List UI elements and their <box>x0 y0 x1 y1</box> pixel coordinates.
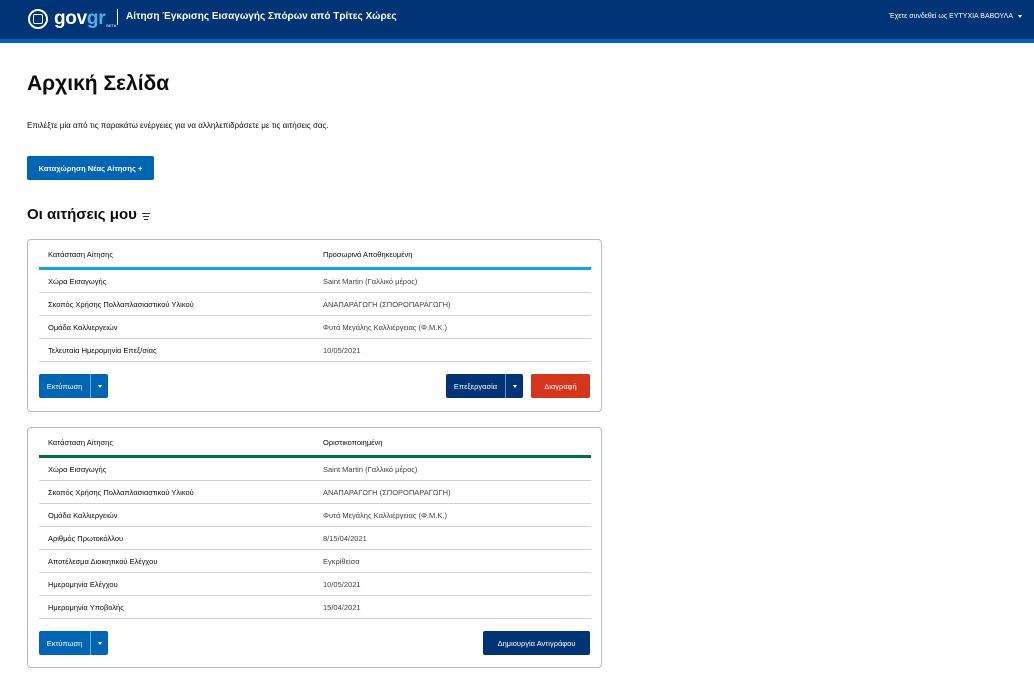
print-dropdown-toggle[interactable] <box>90 631 108 655</box>
page-title: Αρχική Σελίδα <box>27 72 170 95</box>
status-value: Οριστικοποιημένη <box>323 438 383 447</box>
user-menu-label: Έχετε συνδεθεί ως ΕΥΤΥΧΙΑ ΒΑΒΟΥΛΑ <box>889 13 1013 20</box>
header-stripe <box>0 39 1034 43</box>
row-value: ΑΝΑΠΑΡΑΓΩΓΗ (ΣΠΟΡΟΠΑΡΑΓΩΓΗ) <box>323 300 451 309</box>
edit-dropdown-toggle[interactable] <box>505 374 523 398</box>
row-label: Σκοπός Χρήσης Πολλαπλασιαστικού Υλικού <box>48 488 194 497</box>
print-split-button: Εκτύπωση <box>39 631 108 655</box>
table-row: Σκοπός Χρήσης Πολλαπλασιαστικού Υλικού Α… <box>39 481 591 504</box>
edit-split-button: Επεξεργασία <box>446 374 523 398</box>
section-title: Οι αιτήσεις μου <box>27 206 150 223</box>
edit-button[interactable]: Επεξεργασία <box>446 374 505 398</box>
table-row: Αριθμός Πρωτοκόλλου 8/15/04/2021 <box>39 527 591 550</box>
row-label: Σκοπός Χρήσης Πολλαπλασιαστικού Υλικού <box>48 300 194 309</box>
app-title: Αίτηση Έγκρισης Εισαγωγής Σπόρων από Τρί… <box>126 11 397 22</box>
row-label: Χώρα Εισαγωγής <box>48 465 107 474</box>
row-label: Ομάδα Καλλιεργειών <box>48 511 118 520</box>
application-card: Κατάσταση Αίτησης Προσωρινά Αποθηκευμένη… <box>27 239 602 412</box>
page-intro: Επιλέξτε μία από τις παρακάτω ενέργειες … <box>27 121 329 130</box>
row-value: Saint Martin (Γαλλικό μέρος) <box>323 277 418 286</box>
create-copy-button[interactable]: Δημιουργία Αντιγράφου <box>483 631 590 655</box>
status-value: Προσωρινά Αποθηκευμένη <box>323 250 413 259</box>
status-row: Κατάσταση Αίτησης Προσωρινά Αποθηκευμένη <box>39 240 591 269</box>
row-label: Τελευταία Ημερομηνία Επεξ/σίας <box>48 346 157 355</box>
row-value: ΑΝΑΠΑΡΑΓΩΓΗ (ΣΠΟΡΟΠΑΡΑΓΩΓΗ) <box>323 488 451 497</box>
table-row: Χώρα Εισαγωγής Saint Martin (Γαλλικό μέρ… <box>39 270 591 293</box>
row-value: Εγκρίθείσα <box>323 557 360 566</box>
user-menu[interactable]: Έχετε συνδεθεί ως ΕΥΤΥΧΙΑ ΒΑΒΟΥΛΑ <box>889 13 1022 20</box>
row-label: Ημερομηνία Υποβολής <box>48 603 124 612</box>
row-value: 10/05/2021 <box>323 580 361 589</box>
application-card: Κατάσταση Αίτησης Οριστικοποιημένη Χώρα … <box>27 427 602 668</box>
row-value: Φυτά Μεγάλης Καλλιέργειας (Φ.Μ.Κ.) <box>323 323 447 332</box>
brand-name: govgr <box>54 8 106 29</box>
row-label: Αποτέλεσμα Διοικητικού Ελέγχου <box>48 557 158 566</box>
table-row: Τελευταία Ημερομηνία Επεξ/σίας 10/05/202… <box>39 339 591 362</box>
section-title-text: Οι αιτήσεις μου <box>27 206 137 223</box>
caret-down-icon <box>97 384 102 388</box>
row-label: Ημερομηνία Ελέγχου <box>48 580 118 589</box>
status-row: Κατάσταση Αίτησης Οριστικοποιημένη <box>39 428 591 457</box>
table-row: Ημερομηνία Υποβολής 15/04/2021 <box>39 596 591 619</box>
row-value: Saint Martin (Γαλλικό μέρος) <box>323 465 418 474</box>
table-row: Ομάδα Καλλιεργειών Φυτά Μεγάλης Καλλιέργ… <box>39 504 591 527</box>
row-value: Φυτά Μεγάλης Καλλιέργειας (Φ.Μ.Κ.) <box>323 511 447 520</box>
row-label: Ομάδα Καλλιεργειών <box>48 323 118 332</box>
status-label: Κατάσταση Αίτησης <box>48 250 113 259</box>
row-value: 15/04/2021 <box>323 603 361 612</box>
row-label: Αριθμός Πρωτοκόλλου <box>48 534 124 543</box>
print-button[interactable]: Εκτύπωση <box>39 374 90 398</box>
caret-down-icon <box>512 384 517 388</box>
row-value: 10/05/2021 <box>323 346 361 355</box>
beta-badge: BETA <box>106 22 117 28</box>
top-header: govgr BETA Αίτηση Έγκρισης Εισαγωγής Σπό… <box>0 0 1034 39</box>
caret-down-icon <box>97 641 102 645</box>
table-row: Χώρα Εισαγωγής Saint Martin (Γαλλικό μέρ… <box>39 458 591 481</box>
delete-button[interactable]: Διαγραφή <box>531 374 590 398</box>
new-application-button[interactable]: Καταχώρηση Νέας Αίτησης + <box>27 156 154 180</box>
chevron-down-icon <box>1018 15 1022 18</box>
filter-icon[interactable] <box>141 212 150 220</box>
print-dropdown-toggle[interactable] <box>90 374 108 398</box>
header-divider <box>117 9 118 25</box>
table-row: Αποτέλεσμα Διοικητικού Ελέγχου Εγκρίθείσ… <box>39 550 591 573</box>
print-button[interactable]: Εκτύπωση <box>39 631 90 655</box>
row-value: 8/15/04/2021 <box>323 534 367 543</box>
greek-emblem-icon <box>28 9 48 29</box>
table-row: Ημερομηνία Ελέγχου 10/05/2021 <box>39 573 591 596</box>
govgr-logo[interactable]: govgr BETA <box>28 8 116 30</box>
status-label: Κατάσταση Αίτησης <box>48 438 113 447</box>
table-row: Ομάδα Καλλιεργειών Φυτά Μεγάλης Καλλιέργ… <box>39 316 591 339</box>
print-split-button: Εκτύπωση <box>39 374 108 398</box>
table-row: Σκοπός Χρήσης Πολλαπλασιαστικού Υλικού Α… <box>39 293 591 316</box>
row-label: Χώρα Εισαγωγής <box>48 277 107 286</box>
